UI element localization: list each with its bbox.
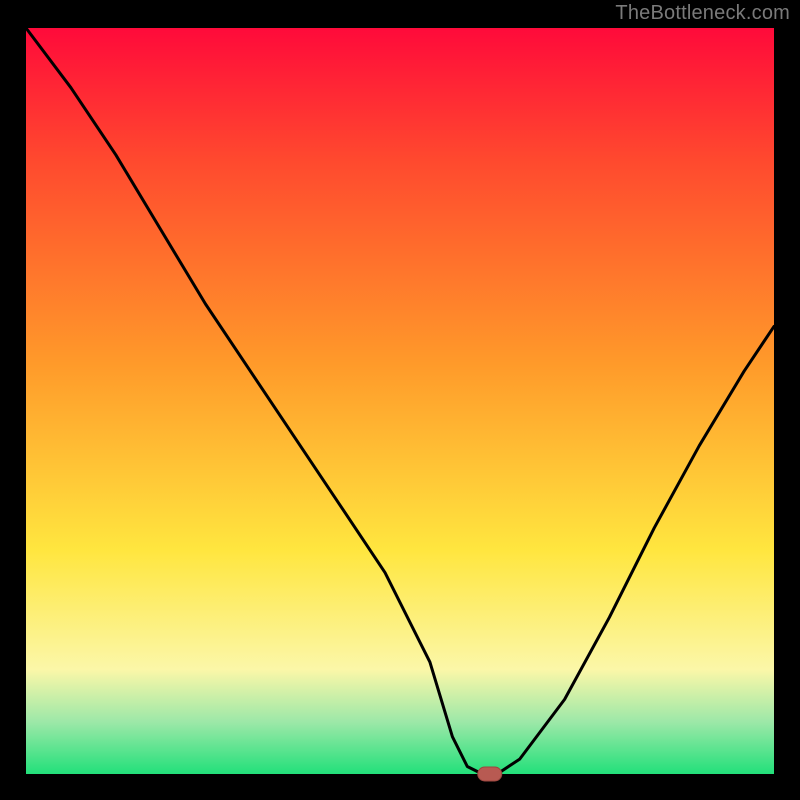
watermark-label: TheBottleneck.com: [615, 2, 790, 25]
bottleneck-chart: [0, 0, 800, 800]
chart-root: { "watermark": "TheBottleneck.com", "col…: [0, 0, 800, 800]
plot-background: [26, 28, 774, 774]
minimum-marker: [478, 767, 502, 781]
